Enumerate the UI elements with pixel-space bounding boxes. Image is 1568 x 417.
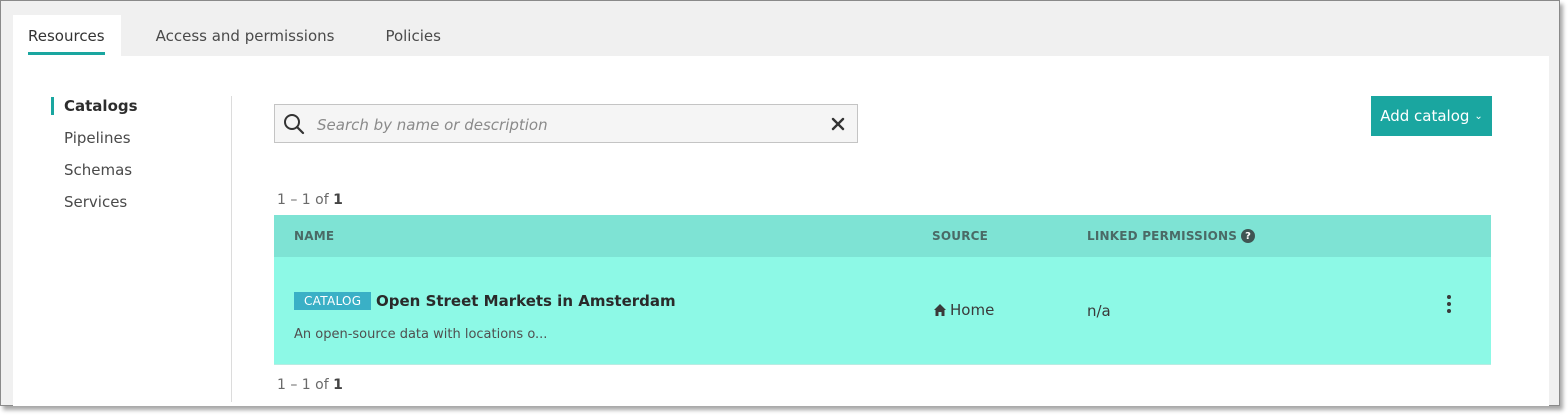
- catalog-table: NAME SOURCE LINKED PERMISSIONS ? CATALOG…: [274, 215, 1491, 365]
- kebab-dot: [1447, 302, 1451, 306]
- pagination-total: 1: [333, 377, 343, 393]
- search-input[interactable]: [315, 111, 819, 139]
- catalog-description: An open-source data with locations o...: [294, 327, 548, 342]
- catalog-badge: CATALOG: [294, 292, 372, 310]
- help-icon[interactable]: ?: [1241, 229, 1256, 243]
- table-header: NAME SOURCE LINKED PERMISSIONS ?: [274, 215, 1491, 257]
- tab-policies[interactable]: Policies: [370, 15, 456, 56]
- search-icon: [284, 114, 305, 135]
- main-content: Catalogs Pipelines Schemas Services Add …: [13, 56, 1549, 406]
- sidebar-item-schemas[interactable]: Schemas: [51, 158, 138, 190]
- table-row[interactable]: CATALOG Open Street Markets in Amsterdam…: [274, 257, 1491, 365]
- sidebar-item-pipelines[interactable]: Pipelines: [51, 126, 138, 158]
- add-catalog-button[interactable]: Add catalog ⌄: [1371, 96, 1492, 136]
- pagination-range: 1 – 1 of: [277, 192, 334, 208]
- source-cell: Home: [933, 301, 994, 319]
- sidebar-divider: [231, 96, 232, 402]
- kebab-dot: [1447, 309, 1451, 313]
- column-header-name[interactable]: NAME: [294, 229, 334, 243]
- linked-permissions-value: n/a: [1087, 302, 1111, 320]
- tab-access-and-permissions[interactable]: Access and permissions: [141, 15, 351, 56]
- tab-bar: Resources Access and permissions Policie…: [13, 15, 457, 56]
- sidebar-nav: Catalogs Pipelines Schemas Services: [51, 94, 138, 222]
- pagination-total: 1: [333, 192, 343, 208]
- column-header-source[interactable]: SOURCE: [932, 229, 988, 243]
- column-header-linked-permissions-label: LINKED PERMISSIONS: [1087, 229, 1238, 243]
- column-header-linked-permissions: LINKED PERMISSIONS ?: [1087, 229, 1256, 243]
- close-icon[interactable]: [830, 116, 846, 132]
- pagination-range: 1 – 1 of: [277, 377, 334, 393]
- catalog-title-link[interactable]: Open Street Markets in Amsterdam: [376, 292, 676, 310]
- sidebar-item-catalogs[interactable]: Catalogs: [51, 94, 138, 126]
- pagination-summary-top: 1 – 1 of 1: [277, 192, 343, 208]
- more-vertical-icon[interactable]: [1441, 293, 1457, 315]
- home-icon: [934, 304, 946, 316]
- add-catalog-label: Add catalog: [1380, 107, 1470, 125]
- search-box: [274, 104, 858, 143]
- tab-resources[interactable]: Resources: [13, 15, 121, 56]
- pagination-summary-bottom: 1 – 1 of 1: [277, 377, 343, 393]
- sidebar-item-services[interactable]: Services: [51, 190, 138, 222]
- kebab-dot: [1447, 295, 1451, 299]
- source-value: Home: [950, 301, 995, 319]
- app-frame: Resources Access and permissions Policie…: [0, 0, 1560, 406]
- chevron-down-icon: ⌄: [1474, 110, 1483, 122]
